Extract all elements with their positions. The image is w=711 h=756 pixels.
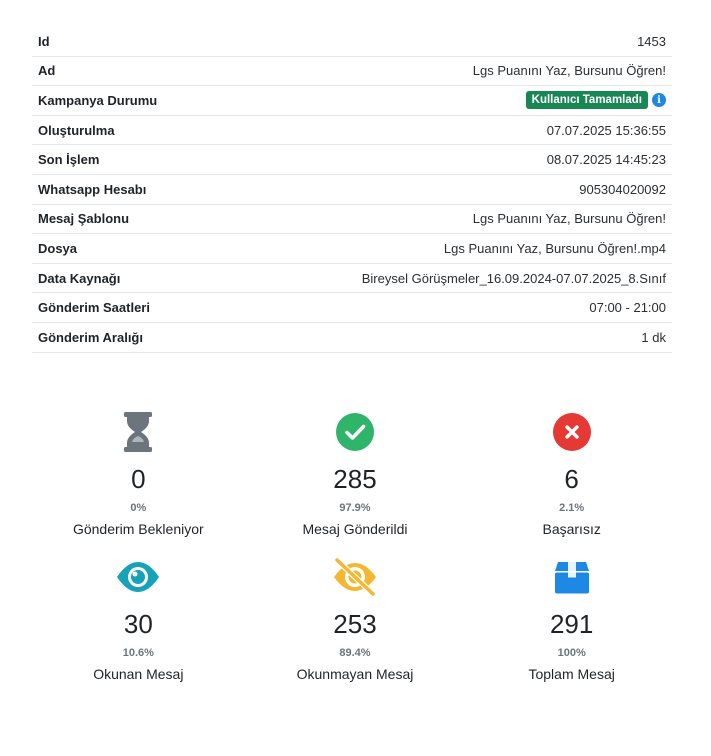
stat-label: Gönderim Bekleniyor (72, 521, 204, 537)
detail-label: Kampanya Durumu (38, 92, 158, 108)
detail-label: Id (38, 33, 50, 49)
detail-row-whatsapp: Whatsapp Hesabı 905304020092 (32, 175, 672, 205)
detail-row-send-hours: Gönderim Saatleri 07:00 - 21:00 (32, 293, 672, 323)
stat-percent: 2.1% (559, 502, 585, 514)
stat-count: 253 (333, 609, 377, 639)
detail-label: Ad (38, 63, 56, 79)
stat-count: 6 (564, 464, 579, 494)
status-wrap: Kullanıcı Tamamladı i (525, 91, 666, 110)
detail-row-created: Oluşturulma 07.07.2025 15:36:55 (32, 116, 672, 146)
detail-label: Son İşlem (38, 152, 100, 168)
stat-label: Mesaj Gönderildi (302, 521, 408, 537)
detail-row-id: Id 1453 (32, 27, 672, 57)
detail-value: Lgs Puanını Yaz, Bursunu Öğren! (472, 211, 666, 227)
detail-value: 1453 (637, 33, 666, 49)
detail-value: 07:00 - 21:00 (589, 300, 666, 316)
stat-label: Başarısız (542, 521, 601, 537)
campaign-detail-page: Id 1453 Ad Lgs Puanını Yaz, Bursunu Öğre… (0, 0, 711, 756)
detail-value: 07.07.2025 15:36:55 (546, 122, 666, 138)
detail-row-file: Dosya Lgs Puanını Yaz, Bursunu Öğren!.mp… (32, 234, 672, 264)
detail-row-last-action: Son İşlem 08.07.2025 14:45:23 (32, 145, 672, 175)
info-icon[interactable]: i (652, 93, 666, 108)
detail-label: Data Kaynağı (38, 270, 121, 286)
stat-count: 285 (333, 464, 377, 494)
stat-count: 0 (131, 464, 146, 494)
detail-label: Gönderim Saatleri (38, 300, 150, 316)
detail-value: Bireysel Görüşmeler_16.09.2024-07.07.202… (361, 270, 666, 286)
box-icon (554, 555, 590, 599)
detail-value: Lgs Puanını Yaz, Bursunu Öğren!.mp4 (443, 240, 666, 256)
stat-percent: 100% (557, 647, 586, 659)
stat-pending: 0 0% Gönderim Bekleniyor (30, 410, 247, 537)
detail-row-template: Mesaj Şablonu Lgs Puanını Yaz, Bursunu Ö… (32, 205, 672, 235)
detail-label: Mesaj Şablonu (38, 211, 130, 227)
stat-failed: 6 2.1% Başarısız (463, 410, 680, 537)
detail-label: Oluşturulma (38, 122, 115, 138)
eye-slash-icon (331, 555, 379, 599)
stat-percent: 0% (130, 502, 147, 514)
detail-row-name: Ad Lgs Puanını Yaz, Bursunu Öğren! (32, 57, 672, 87)
detail-value: 1 dk (641, 329, 666, 345)
hourglass-icon (123, 410, 153, 454)
status-badge: Kullanıcı Tamamladı (525, 91, 648, 110)
detail-value: Lgs Puanını Yaz, Bursunu Öğren! (472, 63, 666, 79)
stat-total: 291 100% Toplam Mesaj (463, 555, 680, 682)
detail-label: Whatsapp Hesabı (38, 181, 147, 197)
message-stats: 0 0% Gönderim Bekleniyor 285 97.9% Mesaj… (30, 410, 680, 682)
stat-label: Okunmayan Mesaj (296, 666, 414, 682)
detail-row-data-source: Data Kaynağı Bireysel Görüşmeler_16.09.2… (32, 264, 672, 294)
x-circle-icon (552, 410, 591, 454)
detail-row-send-interval: Gönderim Aralığı 1 dk (32, 323, 672, 353)
stat-percent: 89.4% (339, 647, 371, 659)
stat-read: 30 10.6% Okunan Mesaj (30, 555, 247, 682)
stat-percent: 97.9% (339, 502, 371, 514)
stat-unread: 253 89.4% Okunmayan Mesaj (247, 555, 464, 682)
check-circle-icon (335, 410, 374, 454)
stat-count: 30 (123, 609, 153, 639)
eye-icon (115, 555, 161, 599)
detail-value: 905304020092 (579, 181, 666, 197)
stat-percent: 10.6% (122, 647, 154, 659)
detail-label: Dosya (38, 240, 78, 256)
stat-sent: 285 97.9% Mesaj Gönderildi (247, 410, 464, 537)
detail-label: Gönderim Aralığı (38, 329, 143, 345)
detail-value: 08.07.2025 14:45:23 (546, 152, 666, 168)
stat-label: Toplam Mesaj (528, 666, 615, 682)
detail-row-status: Kampanya Durumu Kullanıcı Tamamladı i (32, 86, 672, 116)
stat-label: Okunan Mesaj (93, 666, 184, 682)
campaign-details-table: Id 1453 Ad Lgs Puanını Yaz, Bursunu Öğre… (32, 27, 672, 353)
stat-count: 291 (549, 609, 594, 639)
